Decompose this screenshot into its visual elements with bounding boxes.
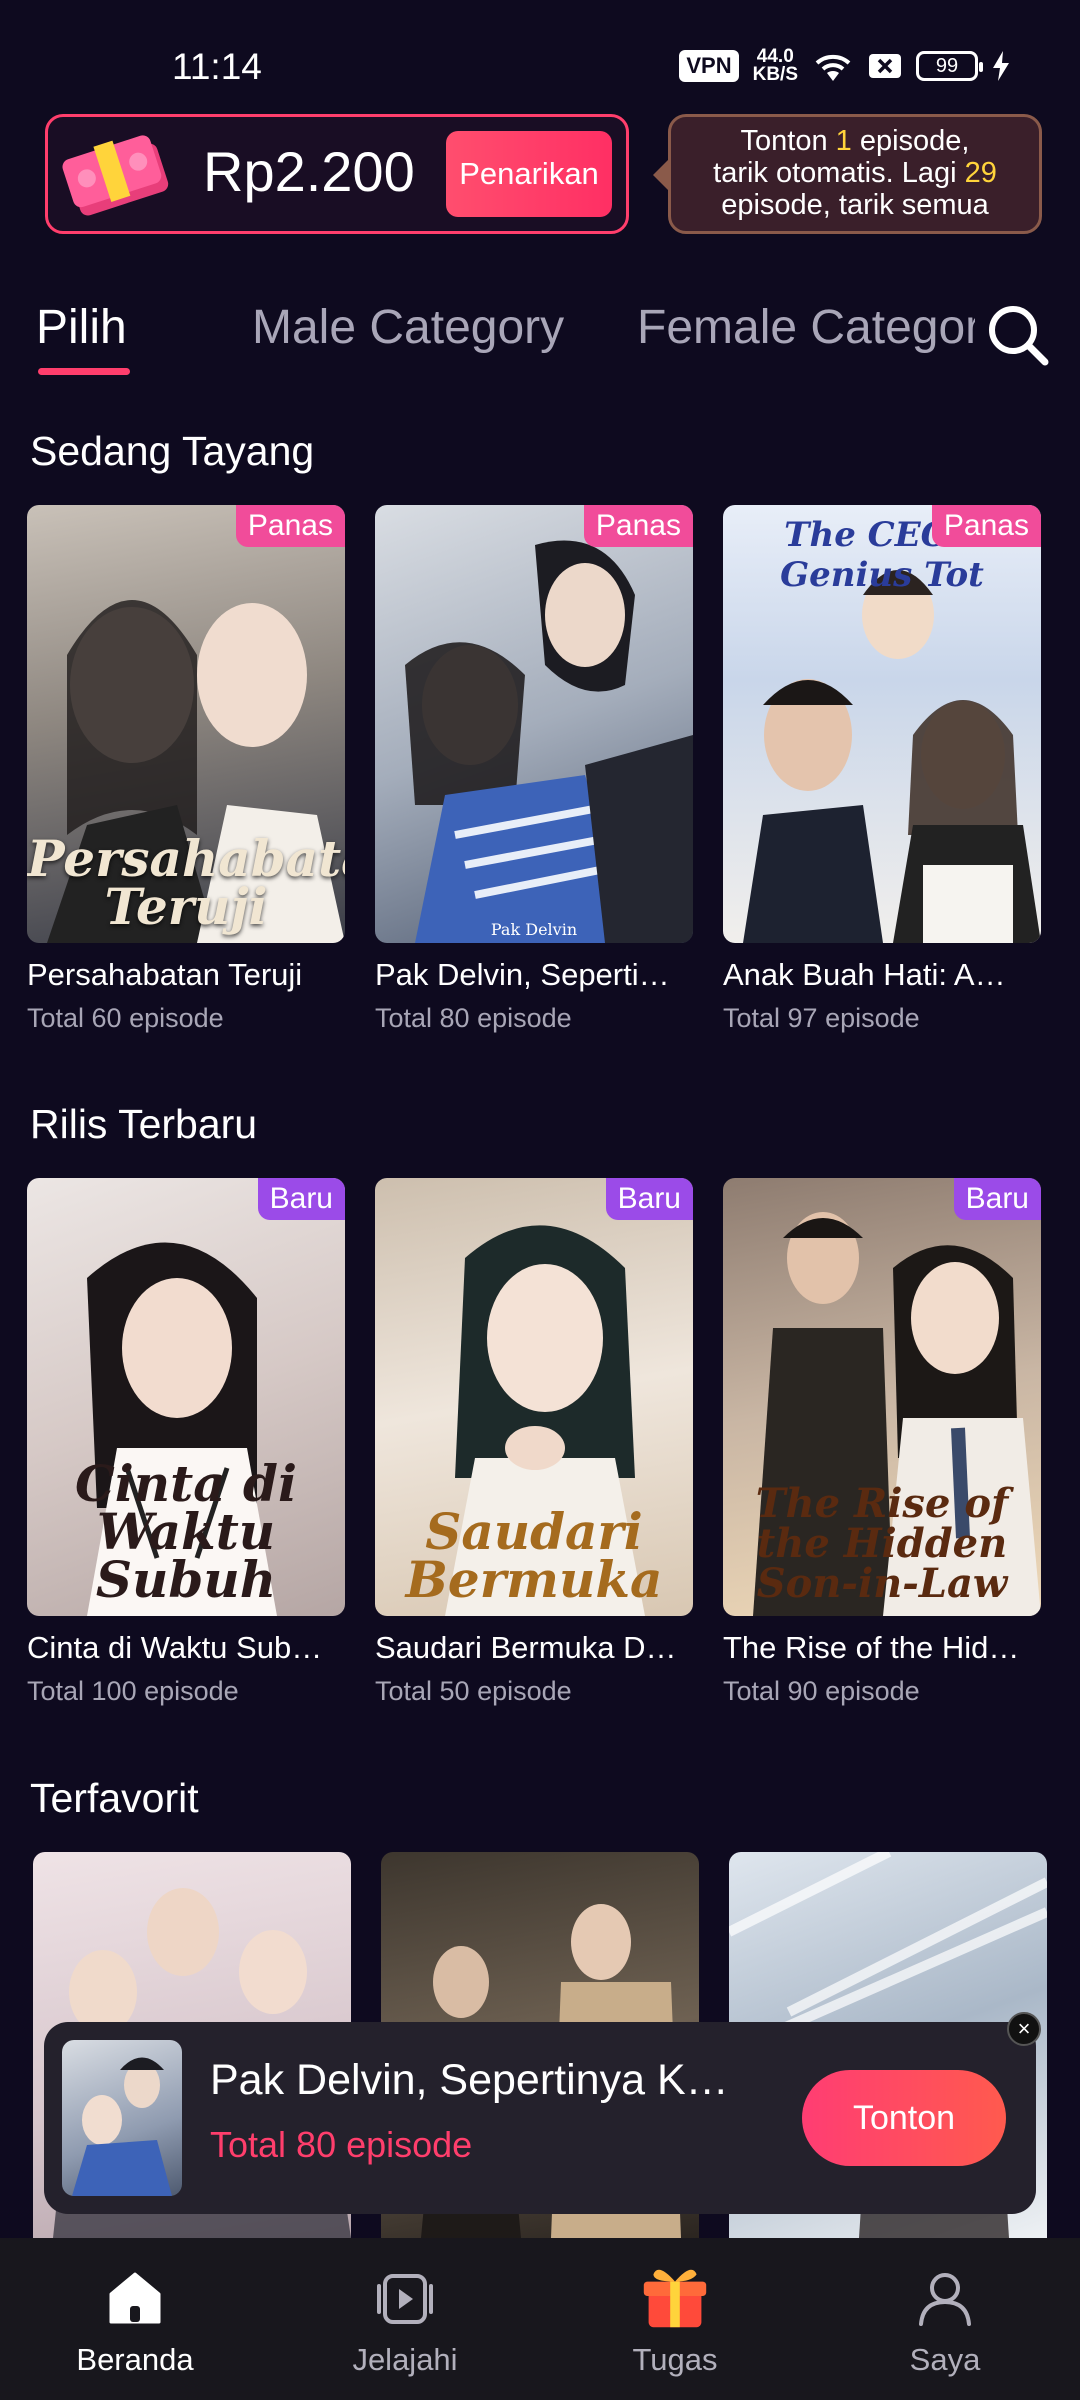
hot-badge: Panas <box>583 505 693 547</box>
tooltip-line-3: episode, tarik semua <box>721 189 989 221</box>
charging-icon <box>992 50 1010 82</box>
tooltip-line-2: tarik otomatis. Lagi 29 <box>671 157 1039 189</box>
nav-label: Tugas <box>632 2342 718 2377</box>
tooltip-highlight: 29 <box>964 157 997 189</box>
tab-pilih[interactable]: Pilih <box>36 300 127 355</box>
mini-player-title: Pak Delvin, Sepertinya K… <box>210 2056 729 2104</box>
poster-title-text: The Rise of the Hidden Son-in-Law <box>755 1480 1009 1607</box>
drama-poster: The CEO's Genius Tot Panas <box>723 505 1041 943</box>
drama-title: Persahabatan Teruji <box>27 957 303 992</box>
poster-title-text: Cinta di Waktu Subuh <box>75 1454 297 1609</box>
nav-item-saya[interactable]: Saya <box>810 2238 1080 2400</box>
drama-title: Cinta di Waktu Sub… <box>27 1630 323 1665</box>
poster-title-text: Persahabatan Teruji <box>27 829 345 936</box>
section-title-rilis-terbaru: Rilis Terbaru <box>30 1101 258 1147</box>
poster-illustration <box>405 540 693 943</box>
user-icon <box>919 2273 971 2326</box>
reward-balance-card[interactable]: Rp2.200 Penarikan <box>45 114 629 234</box>
money-stack-icon <box>62 135 169 216</box>
episode-count: Total 90 episode <box>723 1676 920 1706</box>
active-tab-indicator <box>38 368 130 375</box>
new-badge: Baru <box>257 1178 345 1220</box>
episode-count: Total 97 episode <box>723 1003 920 1033</box>
withdraw-hint-tooltip: Tonton 1 episode, tarik otomatis. Lagi 2… <box>653 114 1042 234</box>
withdraw-button[interactable]: Penarikan <box>446 131 612 217</box>
category-tabs: Pilih Male Category Female Category <box>0 300 1080 390</box>
status-icons: VPN 44.0 KB/S 99 <box>679 47 1010 85</box>
hot-badge: Panas <box>235 505 345 547</box>
episode-count: Total 50 episode <box>375 1676 572 1706</box>
drama-poster: Cinta di Waktu Subuh Baru <box>27 1178 345 1616</box>
episode-count: Total 80 episode <box>375 1003 572 1033</box>
status-bar: 11:14 VPN 44.0 KB/S 99 <box>0 0 1080 110</box>
gift-icon <box>643 2269 707 2328</box>
search-icon[interactable] <box>985 302 1051 368</box>
tooltip-text: episode, <box>851 125 970 157</box>
balance-amount: Rp2.200 <box>203 140 415 203</box>
nav-item-jelajahi[interactable]: Jelajahi <box>270 2238 540 2400</box>
tooltip-line-1: Tonton 1 episode, <box>671 125 1039 157</box>
drama-title: Anak Buah Hati: A… <box>723 957 1006 992</box>
poster-title-text: Pak Delvin <box>490 920 578 939</box>
nav-label: Saya <box>909 2342 981 2377</box>
tooltip-highlight: 1 <box>835 125 852 157</box>
drama-poster: Pak Delvin Panas <box>375 505 693 943</box>
section-title-terfavorit: Terfavorit <box>30 1775 199 1821</box>
no-sim-icon <box>868 51 902 81</box>
drama-poster: Saudari Bermuka Baru <box>375 1178 693 1616</box>
vpn-badge: VPN <box>679 50 739 82</box>
mini-player-thumbnail <box>62 2040 182 2196</box>
episode-count: Total 60 episode <box>27 1003 224 1033</box>
drama-title: Saudari Bermuka D… <box>375 1630 677 1665</box>
nav-label: Jelajahi <box>352 2342 458 2377</box>
drama-poster: The Rise of the Hidden Son-in-Law Baru <box>723 1178 1041 1616</box>
drama-card[interactable]: The CEO's Genius Tot Panas Anak Buah Hat… <box>723 505 1041 1034</box>
section-title-sedang-tayang: Sedang Tayang <box>30 428 315 474</box>
new-badge: Baru <box>605 1178 693 1220</box>
tab-female-category[interactable]: Female Category <box>637 300 975 355</box>
drama-poster: Persahabatan Teruji Panas <box>27 505 345 943</box>
poster-title-text: Saudari Bermuka <box>405 1502 663 1609</box>
tab-male-category[interactable]: Male Category <box>252 300 564 355</box>
status-time: 11:14 <box>172 46 262 87</box>
drama-title: The Rise of the Hid… <box>723 1630 1020 1665</box>
watch-button[interactable]: Tonton <box>802 2070 1006 2166</box>
network-speed-unit: KB/S <box>752 64 798 85</box>
home-icon <box>109 2272 161 2324</box>
tooltip-text: Tonton <box>740 125 836 157</box>
network-speed: 44.0 KB/S <box>752 47 798 85</box>
thumbnail-illustration <box>72 2057 172 2196</box>
wifi-icon <box>812 49 854 83</box>
drama-title: Pak Delvin, Seperti… <box>375 957 670 992</box>
drama-card[interactable]: The Rise of the Hidden Son-in-Law Baru T… <box>723 1178 1041 1707</box>
episode-count: Total 100 episode <box>27 1676 239 1706</box>
close-icon[interactable]: × <box>1007 2012 1041 2046</box>
tooltip-text: tarik otomatis. Lagi <box>713 157 965 189</box>
nav-item-tugas[interactable]: Tugas <box>540 2238 810 2400</box>
nav-item-beranda[interactable]: Beranda <box>0 2238 270 2400</box>
drama-card[interactable]: Pak Delvin Panas Pak Delvin, Seperti… To… <box>375 505 693 1034</box>
continue-watching-bar[interactable]: Pak Delvin, Sepertinya K… Total 80 episo… <box>44 2022 1036 2214</box>
play-icon <box>377 2274 433 2324</box>
nav-label: Beranda <box>76 2342 194 2377</box>
drama-card[interactable]: Persahabatan Teruji Panas Persahabatan T… <box>27 505 345 1034</box>
drama-card[interactable]: Saudari Bermuka Baru Saudari Bermuka D… … <box>375 1178 693 1707</box>
bottom-navigation: Beranda Jelajahi Tugas Saya <box>0 2238 1080 2400</box>
battery-icon: 99 <box>916 51 983 81</box>
mini-player-episodes: Total 80 episode <box>210 2124 473 2165</box>
drama-card[interactable]: Cinta di Waktu Subuh Baru Cinta di Waktu… <box>27 1178 345 1707</box>
new-badge: Baru <box>953 1178 1041 1220</box>
hot-badge: Panas <box>931 505 1041 547</box>
